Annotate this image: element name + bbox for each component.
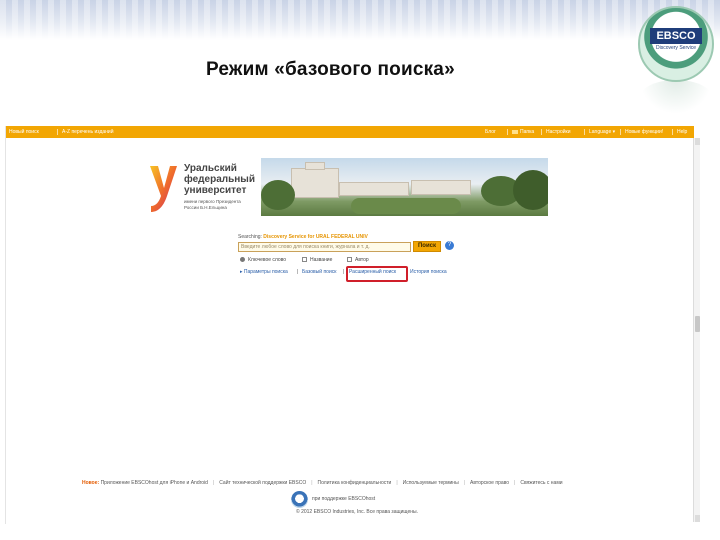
photo-building-east: [411, 180, 471, 195]
scroll-down-arrow[interactable]: [695, 515, 700, 522]
help-icon[interactable]: ?: [445, 241, 454, 250]
photo-garden: [351, 198, 461, 214]
institution-name-line-2: федеральный: [184, 174, 255, 185]
searching-prefix: Searching:: [238, 234, 262, 240]
search-source-link[interactable]: Discovery Service for URAL FEDERAL UNIV: [263, 234, 368, 240]
slide-title: Режим «базового поиска»: [206, 59, 455, 80]
checkbox-icon: [347, 257, 352, 263]
nav-preferences[interactable]: Настройки: [541, 126, 571, 138]
copyright-text: © 2012 EBSCO Industries, Inc. Все права …: [296, 509, 418, 515]
ebscohost-badge-icon: [291, 491, 308, 508]
footer-separator: |: [514, 480, 516, 486]
footer-link-contact[interactable]: Свяжитесь с нами: [520, 480, 562, 486]
link-search-history[interactable]: История поиска: [410, 269, 447, 276]
photo-building-main: [291, 168, 339, 198]
photo-tree-left: [261, 180, 295, 210]
nav-language[interactable]: Language ▾: [583, 126, 615, 138]
link-basic-search[interactable]: Базовый поиск: [302, 269, 336, 276]
page-scrollbar[interactable]: [693, 138, 700, 522]
footer-separator: |: [463, 480, 465, 486]
nav-new-features[interactable]: Новые функции!: [619, 126, 663, 138]
link-search-options[interactable]: ▸ Параметры поиска: [240, 269, 288, 276]
option-keyword-label: Ключевое слово: [248, 257, 287, 263]
institution-name-line-1: Уральский: [184, 163, 237, 174]
powered-by-text: при поддержке EBSCOhost: [312, 496, 376, 502]
option-title[interactable]: Название: [302, 257, 332, 264]
nav-blog[interactable]: Блог: [485, 126, 496, 138]
footer-separator: |: [212, 480, 215, 486]
checkbox-icon: [302, 257, 307, 263]
nav-folder[interactable]: Папка: [506, 126, 535, 138]
option-author-label: Автор: [355, 257, 369, 263]
radio-icon: [240, 257, 245, 263]
institution-logo: Уральский федеральный университет имени …: [148, 160, 258, 220]
searching-label: Searching: Discovery Service for URAL FE…: [238, 234, 368, 240]
footer-link-copyright[interactable]: Авторское право: [470, 480, 509, 486]
institution-sub-line-2: России Б.Н.Ельцина: [184, 205, 227, 210]
link-separator: |: [343, 269, 345, 275]
footer-new-label: Новое:: [82, 480, 100, 486]
footer-separator: |: [396, 480, 398, 486]
option-author[interactable]: Автор: [347, 257, 369, 264]
search-button[interactable]: Поиск: [413, 241, 441, 252]
institution-name-line-3: университет: [184, 185, 247, 196]
nav-help[interactable]: Help: [671, 126, 687, 138]
nav-az-list[interactable]: А-Z перечень изданий: [57, 126, 114, 138]
footer-links: Новое: Приложение EBSCOhost для iPhone и…: [82, 480, 563, 486]
photo-tree-edge: [513, 170, 548, 210]
footer-separator: |: [311, 480, 313, 486]
advanced-search-highlight: [346, 266, 408, 282]
nav-new-search[interactable]: Новый поиск: [9, 126, 39, 138]
option-keyword[interactable]: Ключевое слово: [240, 257, 286, 264]
urfu-emblem-icon: [150, 166, 177, 212]
photo-building-wing: [339, 182, 409, 196]
search-input[interactable]: Введите любое слово для поиска книги, жу…: [238, 242, 411, 252]
logo-word: EBSCO: [650, 28, 702, 44]
logo-reflection: [640, 80, 712, 114]
link-separator: |: [297, 269, 299, 275]
slide-header-band: [0, 0, 720, 40]
ebsco-discovery-logo: EBSCO Discovery Service: [638, 6, 714, 82]
campus-photo: [261, 158, 548, 216]
top-navbar: Новый поиск А-Z перечень изданий Блог Па…: [6, 126, 694, 138]
option-title-label: Название: [310, 257, 333, 263]
footer-link-terms[interactable]: Используемые термины: [403, 480, 459, 486]
scroll-thumb[interactable]: [695, 316, 700, 332]
folder-icon: [512, 129, 518, 134]
footer-link-privacy[interactable]: Политика конфиденциальности: [318, 480, 392, 486]
logo-subtitle: Discovery Service: [655, 45, 696, 51]
scroll-up-arrow[interactable]: [695, 138, 700, 145]
nav-folder-label: Папка: [520, 129, 535, 135]
footer-link-mobile-app[interactable]: Приложение EBSCOhost для iPhone и Androi…: [101, 480, 208, 486]
slide: Режим «базового поиска» EBSCO Discovery …: [0, 0, 720, 540]
photo-building-tower: [305, 162, 325, 170]
footer-link-support-site[interactable]: Сайт технической поддержки EBSCO: [219, 480, 306, 486]
